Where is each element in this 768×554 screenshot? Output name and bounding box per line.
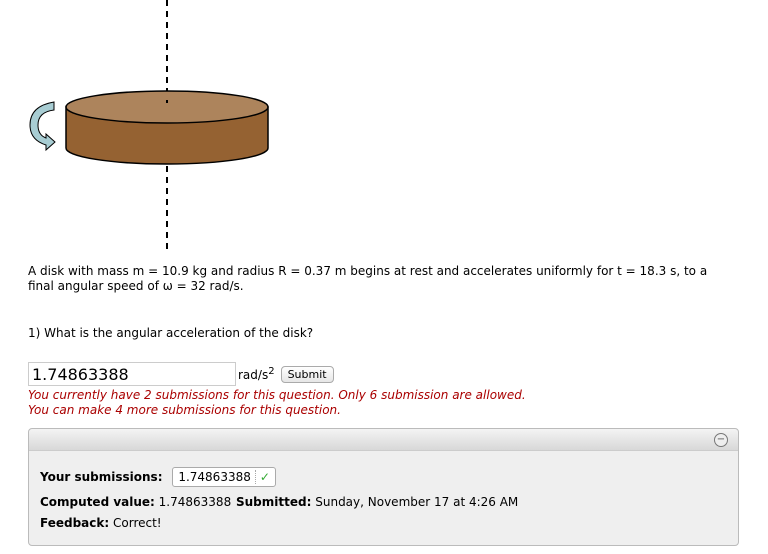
submissions-label: Your submissions: — [40, 470, 163, 484]
disk-top — [65, 90, 269, 124]
unit-label: rad/s2 — [238, 366, 275, 382]
minus-circle-icon[interactable]: − — [714, 433, 728, 447]
answer-input[interactable] — [28, 362, 236, 386]
problem-statement: A disk with mass m = 10.9 kg and radius … — [28, 264, 708, 293]
panel-header: − — [29, 429, 738, 451]
submitted-row: Submitted: Sunday, November 17 at 4:26 A… — [236, 495, 519, 509]
rotation-arrow-icon — [29, 101, 56, 152]
question-text: 1) What is the angular acceleration of t… — [28, 326, 314, 340]
checkmark-icon: ✓ — [254, 470, 270, 484]
computed-value-row: Computed value: 1.74863388 — [40, 495, 232, 509]
your-submissions-row: Your submissions: 1.74863388 ✓ — [40, 467, 276, 487]
submit-button[interactable]: Submit — [280, 365, 334, 383]
submissions-panel: − Your submissions: 1.74863388 ✓ Computed… — [28, 428, 739, 546]
submission-notice: You currently have 2 submissions for thi… — [28, 388, 526, 402]
submission-entry: 1.74863388 ✓ — [172, 467, 276, 487]
remaining-notice: You can make 4 more submissions for this… — [28, 403, 341, 417]
feedback-row: Feedback: Correct! — [40, 516, 162, 530]
rotating-disk-figure — [29, 0, 269, 250]
